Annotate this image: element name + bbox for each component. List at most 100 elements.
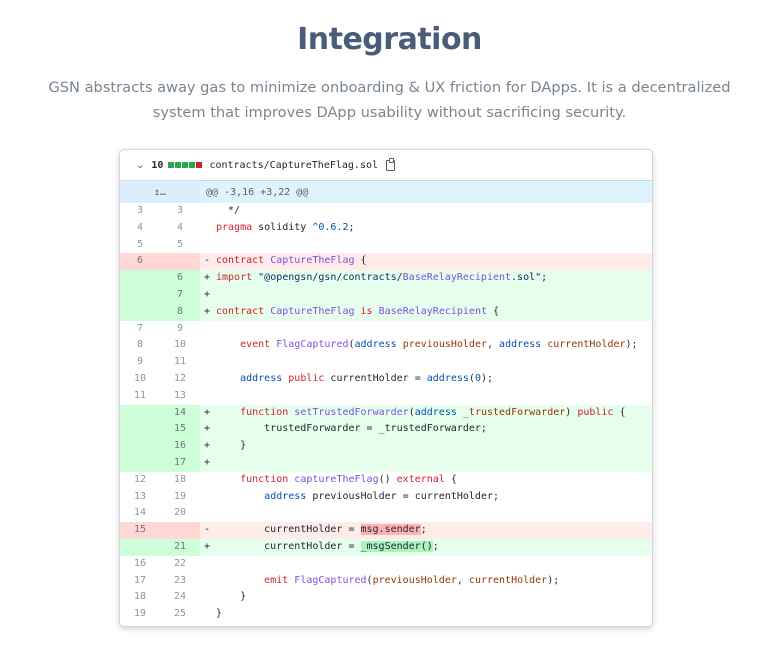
code-text: } xyxy=(216,440,247,452)
diff-line: 16 22 xyxy=(120,556,652,573)
old-line-number[interactable]: 10 xyxy=(120,371,160,388)
old-line-number[interactable]: 19 xyxy=(120,606,160,623)
old-line-number[interactable]: 16 xyxy=(120,556,160,573)
old-line-number[interactable]: 6 xyxy=(120,253,160,271)
old-line-number[interactable] xyxy=(120,438,160,455)
expand-up-icon[interactable]: ↥… xyxy=(120,181,200,203)
new-line-number[interactable]: 13 xyxy=(160,388,200,405)
new-line-number[interactable]: 6 xyxy=(160,270,200,287)
code-text: trustedForwarder = _trustedForwarder; xyxy=(216,423,487,435)
old-line-number[interactable]: 7 xyxy=(120,321,160,338)
diff-line: 13 19 address previousHolder = currentHol… xyxy=(120,489,652,506)
old-line-number[interactable]: 17 xyxy=(120,573,160,590)
new-line-number[interactable]: 17 xyxy=(160,454,200,472)
old-line-number[interactable]: 15 xyxy=(120,522,160,539)
diff-line: 4 4 pragma solidity ^0.6.2; xyxy=(120,220,652,237)
new-line-number[interactable]: 11 xyxy=(160,354,200,371)
old-line-number[interactable] xyxy=(120,286,160,304)
diff-marker: - xyxy=(204,255,211,267)
code-text: function captureTheFlag() external { xyxy=(240,473,457,485)
old-line-number[interactable]: 4 xyxy=(120,220,160,237)
diff-line: 33 */ xyxy=(120,203,652,220)
diff-marker: + xyxy=(204,272,211,284)
new-line-number[interactable]: 3 xyxy=(160,203,200,220)
code-text: } xyxy=(216,608,223,620)
diff-line: 19 25} xyxy=(120,606,652,623)
diff-marker xyxy=(200,556,216,573)
diff-marker: + xyxy=(204,406,211,418)
new-line-number[interactable]: 22 xyxy=(160,556,200,573)
new-line-number[interactable]: 8 xyxy=(160,303,200,321)
old-line-number[interactable] xyxy=(120,270,160,287)
new-line-number[interactable] xyxy=(160,522,200,539)
code-text: function setTrustedForwarder(address _tr… xyxy=(240,406,626,418)
old-line-number[interactable]: 5 xyxy=(120,237,160,254)
change-count: 10 xyxy=(151,159,164,171)
diff-line: 15 - currentHolder = msg.sender; xyxy=(120,522,652,539)
chevron-down-icon[interactable]: ⌄ xyxy=(136,160,144,171)
diff-marker xyxy=(200,505,216,522)
diff-marker xyxy=(200,337,216,354)
old-line-number[interactable] xyxy=(120,538,160,556)
old-line-number[interactable] xyxy=(120,421,160,439)
old-line-number[interactable]: 13 xyxy=(120,489,160,506)
code-text: emit FlagCaptured(previousHolder, curren… xyxy=(264,574,560,586)
code-text: address previousHolder = currentHolder; xyxy=(264,490,499,502)
old-line-number[interactable]: 8 xyxy=(120,337,160,354)
old-line-number[interactable] xyxy=(120,454,160,472)
diff-marker xyxy=(200,472,216,489)
file-name[interactable]: contracts/CaptureTheFlag.sol xyxy=(209,160,378,171)
diff-line: 6 - contract CaptureTheFlag { xyxy=(120,253,652,271)
old-line-number[interactable]: 3 xyxy=(120,203,160,220)
diff-marker xyxy=(200,489,216,506)
code-text: } xyxy=(216,591,247,603)
new-line-number[interactable]: 4 xyxy=(160,220,200,237)
diff-marker: + xyxy=(204,540,211,552)
new-line-number[interactable]: 18 xyxy=(160,472,200,489)
new-line-number[interactable]: 5 xyxy=(160,237,200,254)
old-line-number[interactable]: 11 xyxy=(120,388,160,405)
new-line-number[interactable]: 16 xyxy=(160,438,200,455)
hunk-header-row: ↥… @@ -3,16 +3,22 @@ xyxy=(120,181,652,203)
old-line-number[interactable] xyxy=(120,303,160,321)
diff-line: 15 + trustedForwarder = _trustedForwarder… xyxy=(120,421,652,439)
new-line-number[interactable]: 24 xyxy=(160,589,200,606)
new-line-number[interactable]: 14 xyxy=(160,404,200,422)
diff-line: 17 23 emit FlagCaptured(previousHolder, c… xyxy=(120,573,652,590)
diff-marker xyxy=(200,589,216,606)
diff-lines: 33 */4 4 pragma solidity ^0.6.2; 5 5 6- contra… xyxy=(120,203,652,623)
new-line-number[interactable]: 20 xyxy=(160,505,200,522)
code-text: contract CaptureTheFlag is BaseRelayReci… xyxy=(216,305,500,317)
file-header: ⌄ 10 contracts/CaptureTheFlag.sol xyxy=(120,150,652,181)
old-line-number[interactable]: 14 xyxy=(120,505,160,522)
diff-marker: + xyxy=(204,288,211,300)
code-text: address public currentHolder = address(0… xyxy=(240,372,494,384)
diffstat-add-block xyxy=(189,162,196,168)
diff-line: 6 + import "@opengsn/gsn/contracts/BaseRel… xyxy=(120,270,652,287)
new-line-number[interactable]: 19 xyxy=(160,489,200,506)
diff-marker: + xyxy=(204,456,211,468)
old-line-number[interactable]: 9 xyxy=(120,354,160,371)
new-line-number[interactable]: 15 xyxy=(160,421,200,439)
diff-line: 17 + xyxy=(120,454,652,472)
hunk-header: @@ -3,16 +3,22 @@ xyxy=(206,186,309,198)
new-line-number[interactable]: 25 xyxy=(160,606,200,623)
new-line-number[interactable]: 12 xyxy=(160,371,200,388)
diff-marker xyxy=(200,237,216,254)
old-line-number[interactable] xyxy=(120,404,160,422)
new-line-number[interactable]: 23 xyxy=(160,573,200,590)
new-line-number[interactable] xyxy=(160,253,200,271)
diff-line: 14 20 xyxy=(120,505,652,522)
new-line-number[interactable]: 7 xyxy=(160,286,200,304)
clipboard-icon[interactable] xyxy=(386,157,396,171)
old-line-number[interactable]: 18 xyxy=(120,589,160,606)
new-line-number[interactable]: 9 xyxy=(160,321,200,338)
new-line-number[interactable]: 10 xyxy=(160,337,200,354)
new-line-number[interactable]: 21 xyxy=(160,538,200,556)
old-line-number[interactable]: 12 xyxy=(120,472,160,489)
